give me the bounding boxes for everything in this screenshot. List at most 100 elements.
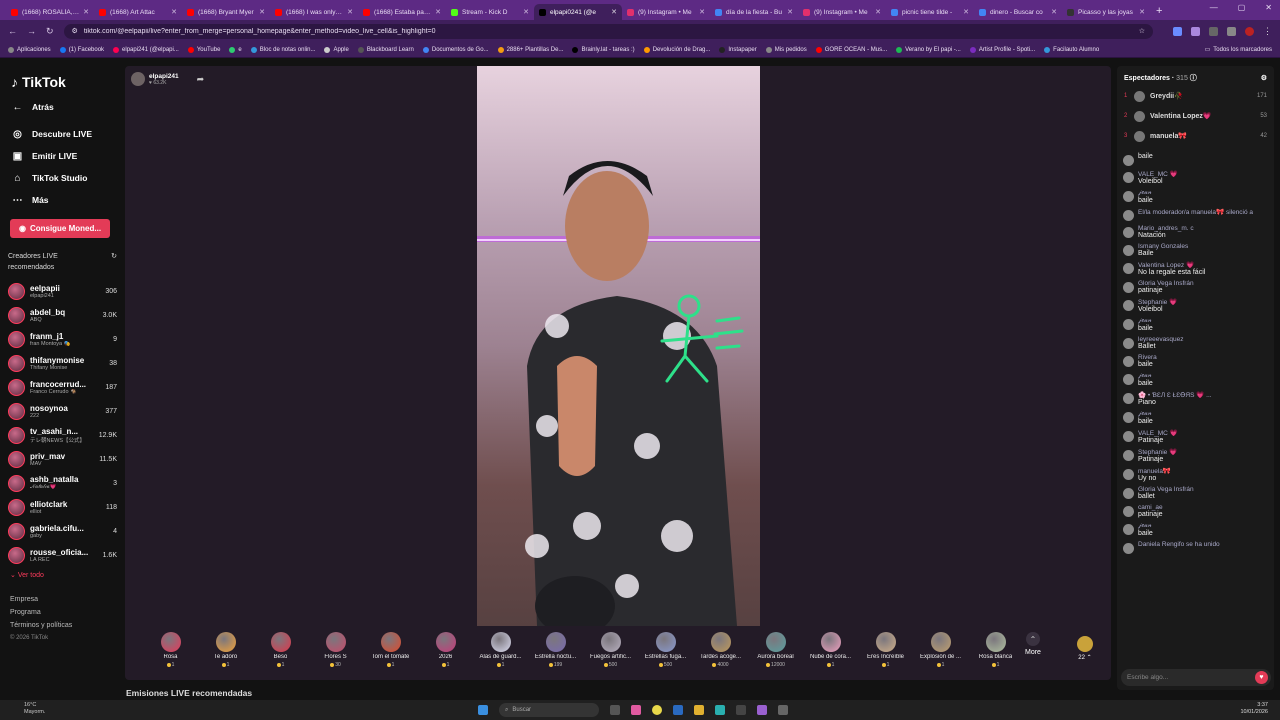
host-avatar[interactable] xyxy=(131,72,145,86)
tab-close-icon[interactable]: ✕ xyxy=(259,8,265,16)
chat-avatar[interactable] xyxy=(1123,263,1134,274)
gift-item[interactable]: Te adoro 1 xyxy=(198,632,253,668)
menu-kebab-icon[interactable]: ⋮ xyxy=(1263,26,1272,37)
browser-tab[interactable]: (1668) I was only tw ✕ xyxy=(270,4,358,20)
extension-icon[interactable] xyxy=(1173,26,1182,36)
get-coins-button[interactable]: ◉ Consigue Moned... xyxy=(10,219,110,238)
bookmark-item[interactable]: Bloc de notas onlin... xyxy=(250,46,315,53)
chat-avatar[interactable] xyxy=(1123,210,1134,221)
taskbar-clock[interactable]: 3:37 10/01/2026 xyxy=(1240,702,1268,716)
chat-avatar[interactable] xyxy=(1123,506,1134,517)
creator-item[interactable]: franm_j1 fran Montoya 🎭 9 xyxy=(8,327,117,351)
extension-icon[interactable] xyxy=(1191,26,1200,36)
chat-username[interactable]: El/la moderador/a manuela🎀 silenció a xyxy=(1138,208,1268,216)
sidebar-item-m-s[interactable]: ⋯ Más xyxy=(12,189,117,211)
chat-username[interactable]: Mario_andres_m. c xyxy=(1138,225,1268,232)
omnibox[interactable]: ⚙ tiktok.com/@eelpapii/live?enter_from_m… xyxy=(63,23,1153,39)
gift-item[interactable]: Rosa blanca 1 xyxy=(968,632,1023,668)
tab-close-icon[interactable]: ✕ xyxy=(963,8,969,16)
chrome-icon[interactable] xyxy=(652,705,662,715)
gift-item[interactable]: Beso 1 xyxy=(253,632,308,668)
maximize-icon[interactable]: ▢ xyxy=(1238,3,1246,12)
tab-close-icon[interactable]: ✕ xyxy=(699,8,705,16)
bookmark-item[interactable]: Blackboard Learn xyxy=(357,46,414,53)
bookmark-item[interactable]: Mis pedidos xyxy=(765,46,807,53)
all-bookmarks[interactable]: ▭ Todos los marcadores xyxy=(1205,46,1272,54)
sidebar-item-tiktok-studio[interactable]: ⌂ TikTok Studio xyxy=(12,167,117,189)
profile-avatar[interactable] xyxy=(1245,26,1254,36)
calculator-icon[interactable] xyxy=(778,705,788,715)
creator-item[interactable]: ashb_natalla 𝒩𝒶𝓉𝒶𝓁𝒾𝒶💗 3 xyxy=(8,471,117,495)
creator-avatar[interactable] xyxy=(8,306,25,324)
browser-tab[interactable]: elpapi0241 (@e ✕ xyxy=(534,4,622,20)
chat-username[interactable]: 𝒿𝑒𝒶𝓃 xyxy=(1138,372,1268,380)
task-view-icon[interactable] xyxy=(610,705,620,715)
browser-tab[interactable]: dinero - Buscar co ✕ xyxy=(974,4,1062,20)
taskbar-search[interactable]: ⌕ Buscar xyxy=(499,703,599,717)
bookmark-item[interactable]: Brainly.lat - tareas :) xyxy=(572,46,635,53)
bookmark-item[interactable]: 2886+ Plantillas De... xyxy=(497,46,563,53)
top-viewer-row[interactable]: 3 manuela🎀 42 xyxy=(1124,126,1267,146)
sidebar-item-atr-s[interactable]: ← Atrás xyxy=(12,96,117,118)
bookmark-item[interactable]: YouTube xyxy=(187,46,220,53)
chat-avatar[interactable] xyxy=(1123,300,1134,311)
gift-item[interactable]: Estrellas fuga... 500 xyxy=(638,632,693,668)
footer-link-terminos[interactable]: Términos y políticas xyxy=(10,619,117,632)
creator-item[interactable]: thifanymonise Thifany Monise 38 xyxy=(8,351,117,375)
tab-close-icon[interactable]: ✕ xyxy=(875,8,881,16)
creator-avatar[interactable] xyxy=(8,450,25,468)
tab-close-icon[interactable]: ✕ xyxy=(787,8,793,16)
top-viewer-avatar[interactable] xyxy=(1134,130,1145,142)
browser-tab[interactable]: Stream - Kick D ✕ xyxy=(446,4,534,20)
chat-avatar[interactable] xyxy=(1123,191,1134,202)
tab-close-icon[interactable]: ✕ xyxy=(1139,8,1145,16)
app-icon[interactable] xyxy=(736,705,746,715)
see-all-link[interactable]: ⌄ Ver todo xyxy=(10,571,117,579)
chat-username[interactable]: 𝒿𝑒𝒶𝓃 xyxy=(1138,189,1268,197)
chat-avatar[interactable] xyxy=(1123,543,1134,554)
tab-close-icon[interactable]: ✕ xyxy=(523,8,529,16)
url-text[interactable]: tiktok.com/@eelpapii/live?enter_from_mer… xyxy=(84,28,1133,35)
tab-close-icon[interactable]: ✕ xyxy=(83,8,89,16)
chat-username[interactable]: Stephanie 💗 xyxy=(1138,448,1268,456)
browser-tab[interactable]: (1668) Estaba parali ✕ xyxy=(358,4,446,20)
chat-username[interactable]: Gloria Vega Insfrán xyxy=(1138,280,1268,287)
chat-username[interactable]: Stephanie 💗 xyxy=(1138,298,1268,306)
tab-close-icon[interactable]: ✕ xyxy=(611,8,617,16)
folder-icon[interactable] xyxy=(694,705,704,715)
sidebar-item-emitir-live[interactable]: ▣ Emitir LIVE xyxy=(12,145,117,167)
chat-username[interactable]: Daniela Rengifo se ha unido xyxy=(1138,541,1268,548)
chat-username[interactable]: 🌸 • ƁƐЛ Ɛ ŁƐꝊЯS 💗 ... xyxy=(1138,391,1268,399)
tab-close-icon[interactable]: ✕ xyxy=(1051,8,1057,16)
top-viewer-row[interactable]: 2 Valentina Lopez💗 53 xyxy=(1124,106,1267,126)
browser-tab[interactable]: (1668) ROSALÍA, Yu ✕ xyxy=(6,4,94,20)
creator-avatar[interactable] xyxy=(8,282,25,300)
top-viewer-avatar[interactable] xyxy=(1134,110,1145,122)
chat-username[interactable]: cami_ae xyxy=(1138,504,1268,511)
creator-avatar[interactable] xyxy=(8,378,25,396)
chat-username[interactable]: VALE_MC 💗 xyxy=(1138,429,1268,437)
tab-close-icon[interactable]: ✕ xyxy=(347,8,353,16)
gift-item[interactable]: Tom el tomate 1 xyxy=(363,632,418,668)
browser-tab[interactable]: picnic tiene tilde - ✕ xyxy=(886,4,974,20)
whatsapp-icon[interactable] xyxy=(715,705,725,715)
chat-avatar[interactable] xyxy=(1123,172,1134,183)
chat-username[interactable]: manuela🎀 xyxy=(1138,467,1268,475)
gift-item[interactable]: 2026 1 xyxy=(418,632,473,668)
creator-item[interactable]: rousse_oficia... LA REC 1.6K xyxy=(8,543,117,567)
creator-item[interactable]: tv_asahi_n... テレ朝NEWS【公式】 12.9K xyxy=(8,423,117,447)
chat-avatar[interactable] xyxy=(1123,338,1134,349)
bookmark-item[interactable]: Facilauto Alumno xyxy=(1044,46,1099,53)
creator-item[interactable]: nosoynoa 222 377 xyxy=(8,399,117,423)
creator-item[interactable]: elliotclark elliot 118 xyxy=(8,495,117,519)
browser-tab[interactable]: día de la fiesta - Bu ✕ xyxy=(710,4,798,20)
chat-username[interactable]: Rivera xyxy=(1138,354,1268,361)
forward-icon[interactable]: → xyxy=(27,26,36,36)
creator-avatar[interactable] xyxy=(8,426,25,444)
chat-username[interactable]: Gloria Vega Insfrán xyxy=(1138,486,1268,493)
gift-item[interactable]: Flores S 30 xyxy=(308,632,363,668)
chat-avatar[interactable] xyxy=(1123,412,1134,423)
messenger-icon[interactable] xyxy=(757,705,767,715)
browser-tab[interactable]: (1668) Art Attac ✕ xyxy=(94,4,182,20)
like-heart-icon[interactable]: ♥ xyxy=(1255,671,1268,684)
